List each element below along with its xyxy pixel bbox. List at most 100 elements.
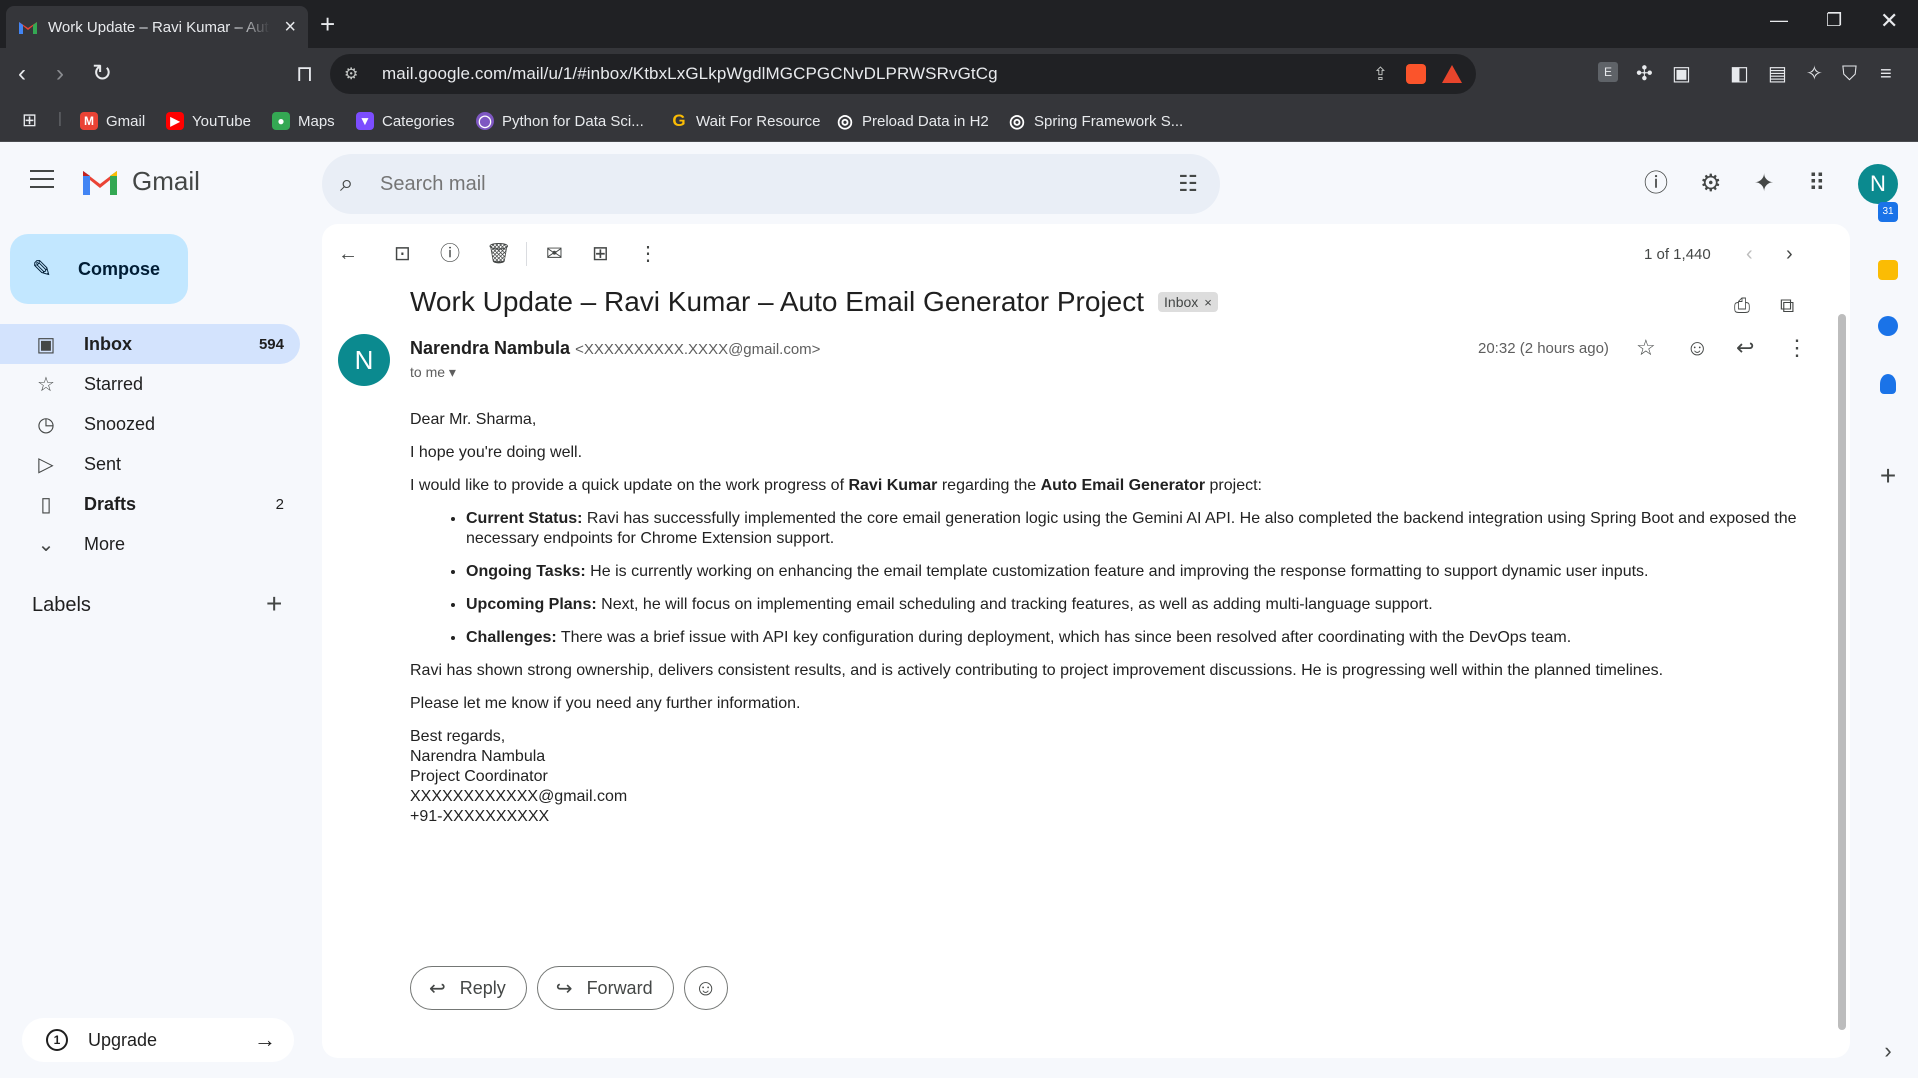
tab-title: Work Update – Ravi Kumar – Auto Email Ge…: [48, 18, 270, 36]
bookmark-categories[interactable]: ▼ Categories: [356, 112, 455, 130]
sidebar-item-label: Starred: [84, 373, 144, 394]
sender-name[interactable]: Narendra Nambula: [410, 338, 570, 358]
sidebar-item-snoozed[interactable]: ◷ Snoozed: [0, 404, 300, 444]
list-item: Current Status: Ravi has successfully im…: [466, 509, 1810, 549]
bookmark-python[interactable]: ◯ Python for Data Sci...: [476, 112, 644, 130]
star-icon[interactable]: ☆: [1636, 336, 1656, 360]
sidebar-item-more[interactable]: ⌄ More: [0, 524, 300, 564]
gmail-favicon-icon: [19, 22, 37, 34]
sidebar-item-label: Sent: [84, 453, 122, 474]
older-chevron-icon[interactable]: ›: [1786, 242, 1793, 266]
bookmark-maps[interactable]: ● Maps: [272, 112, 335, 130]
reply-button[interactable]: ↩ Reply: [410, 966, 527, 1010]
recipient-details[interactable]: to me ▾: [410, 364, 456, 381]
badge-label: Inbox: [1164, 294, 1199, 310]
search-icon[interactable]: ⌕: [340, 170, 370, 198]
window-close-icon[interactable]: ✕: [1880, 8, 1898, 34]
keep-icon[interactable]: [1870, 260, 1906, 280]
leo-ai-icon[interactable]: ✧: [1806, 62, 1823, 86]
main-menu-icon[interactable]: [30, 170, 54, 194]
move-to-icon[interactable]: ⊞: [592, 242, 609, 266]
calendar-icon[interactable]: 31: [1870, 202, 1906, 222]
reader-icon[interactable]: ▣: [1672, 62, 1691, 86]
message-more-icon[interactable]: ⋮: [1786, 336, 1808, 360]
sender-avatar[interactable]: N: [338, 334, 390, 386]
bookmark-youtube[interactable]: ▶ YouTube: [166, 112, 251, 130]
gmail-logo[interactable]: Gmail: [80, 166, 200, 197]
draft-icon: ▯: [40, 493, 52, 516]
emoji-react-button[interactable]: ☺: [683, 966, 728, 1010]
menu-icon[interactable]: ≡: [1880, 62, 1892, 86]
wallet-icon[interactable]: ▤: [1768, 62, 1787, 86]
add-label-icon[interactable]: +: [266, 588, 282, 620]
greeting: Dear Mr. Sharma,: [410, 411, 537, 428]
vpn-icon[interactable]: ⛉: [1842, 62, 1857, 86]
page-count: 1 of 1,440: [1644, 246, 1711, 263]
open-in-new-window-icon[interactable]: ⧉: [1780, 294, 1794, 318]
delete-icon[interactable]: 🗑: [486, 242, 511, 266]
newer-chevron-icon[interactable]: ‹: [1746, 242, 1753, 266]
expand-panel-icon[interactable]: ›: [1870, 1038, 1906, 1064]
contacts-icon[interactable]: [1870, 374, 1906, 394]
bookmark-preload-h2[interactable]: ◎ Preload Data in H2: [836, 111, 989, 131]
google-apps-icon[interactable]: ⠿: [1808, 170, 1826, 198]
help-icon[interactable]: ⓘ: [1644, 170, 1668, 198]
inbox-icon: ▣: [36, 333, 56, 356]
arrow-right-icon: →: [254, 1027, 276, 1052]
search-bar[interactable]: ⌕ ☷: [322, 154, 1220, 214]
toolbar-divider: [526, 242, 527, 266]
search-input[interactable]: [380, 172, 1140, 196]
reply-icon[interactable]: ↩: [1736, 336, 1754, 360]
back-icon[interactable]: ‹: [18, 60, 26, 88]
sidebar-item-sent[interactable]: ▷ Sent: [0, 444, 300, 484]
sender-email: <XXXXXXXXXX.XXXX@gmail.com>: [575, 341, 821, 358]
share-icon[interactable]: ⇪: [1373, 64, 1388, 85]
browser-tab[interactable]: Work Update – Ravi Kumar – Auto Email Ge…: [6, 6, 308, 48]
apps-grid-icon[interactable]: ⊞: [22, 110, 37, 131]
gemini-icon[interactable]: ✦: [1754, 170, 1774, 198]
new-tab-icon[interactable]: +: [320, 10, 335, 38]
bookmark-wait-for-resource[interactable]: G Wait For Resource: [670, 111, 820, 130]
search-options-icon[interactable]: ☷: [1178, 171, 1198, 197]
reload-icon[interactable]: ↻: [92, 60, 112, 88]
bookmark-spring[interactable]: ◎ Spring Framework S...: [1008, 111, 1183, 131]
settings-gear-icon[interactable]: ⚙: [1700, 170, 1722, 198]
extension-e-icon[interactable]: E: [1598, 62, 1618, 82]
account-avatar[interactable]: N: [1858, 164, 1898, 204]
print-icon[interactable]: ⎙: [1734, 294, 1750, 318]
forward-button[interactable]: ↪ Forward: [536, 966, 674, 1010]
gmail-brand: Gmail: [132, 166, 200, 196]
reply-label: Reply: [459, 977, 506, 998]
report-spam-icon[interactable]: ⓘ: [440, 242, 460, 266]
more-options-icon[interactable]: ⋮: [638, 242, 658, 266]
mark-unread-icon[interactable]: ✉: [546, 242, 563, 266]
get-addons-icon[interactable]: +: [1870, 460, 1906, 492]
minimize-icon[interactable]: —: [1770, 10, 1788, 31]
site-settings-icon[interactable]: ⚙: [344, 64, 374, 84]
bookmark-gmail[interactable]: M Gmail: [80, 112, 145, 130]
tasks-icon[interactable]: [1870, 316, 1906, 336]
sidebar-toggle-icon[interactable]: ◧: [1730, 62, 1749, 86]
signature-email[interactable]: XXXXXXXXXXXX@gmail.com: [410, 787, 1810, 807]
extensions-puzzle-icon[interactable]: ✣: [1636, 62, 1653, 86]
restore-icon[interactable]: ❐: [1826, 10, 1842, 31]
remove-label-icon[interactable]: ×: [1204, 295, 1212, 310]
chevron-down-icon: ⌄: [37, 533, 55, 556]
tab-close-icon[interactable]: ×: [284, 17, 296, 37]
email-body: Dear Mr. Sharma, I hope you're doing wel…: [410, 410, 1810, 827]
compose-button[interactable]: ✎ Compose: [10, 234, 188, 304]
scrollbar[interactable]: [1838, 314, 1846, 1030]
bookmark-icon[interactable]: ⊓: [296, 60, 313, 88]
gmail-logo-icon: [83, 170, 117, 195]
sidebar-item-inbox[interactable]: ▣ Inbox 594: [0, 324, 300, 364]
back-to-inbox-icon[interactable]: ←: [338, 242, 358, 266]
brave-shield-icon[interactable]: [1406, 64, 1426, 84]
address-bar[interactable]: ⚙ mail.google.com/mail/u/1/#inbox/KtbxLx…: [330, 54, 1476, 94]
forward-icon[interactable]: ›: [56, 60, 64, 88]
sidebar-item-drafts[interactable]: ▯ Drafts 2: [0, 484, 300, 524]
brave-rewards-icon[interactable]: [1442, 65, 1462, 83]
sidebar-item-starred[interactable]: ☆ Starred: [0, 364, 300, 404]
archive-icon[interactable]: ⊡: [394, 242, 411, 266]
emoji-reaction-icon[interactable]: ☺: [1686, 336, 1708, 360]
upgrade-button[interactable]: 1 Upgrade →: [22, 1018, 294, 1062]
